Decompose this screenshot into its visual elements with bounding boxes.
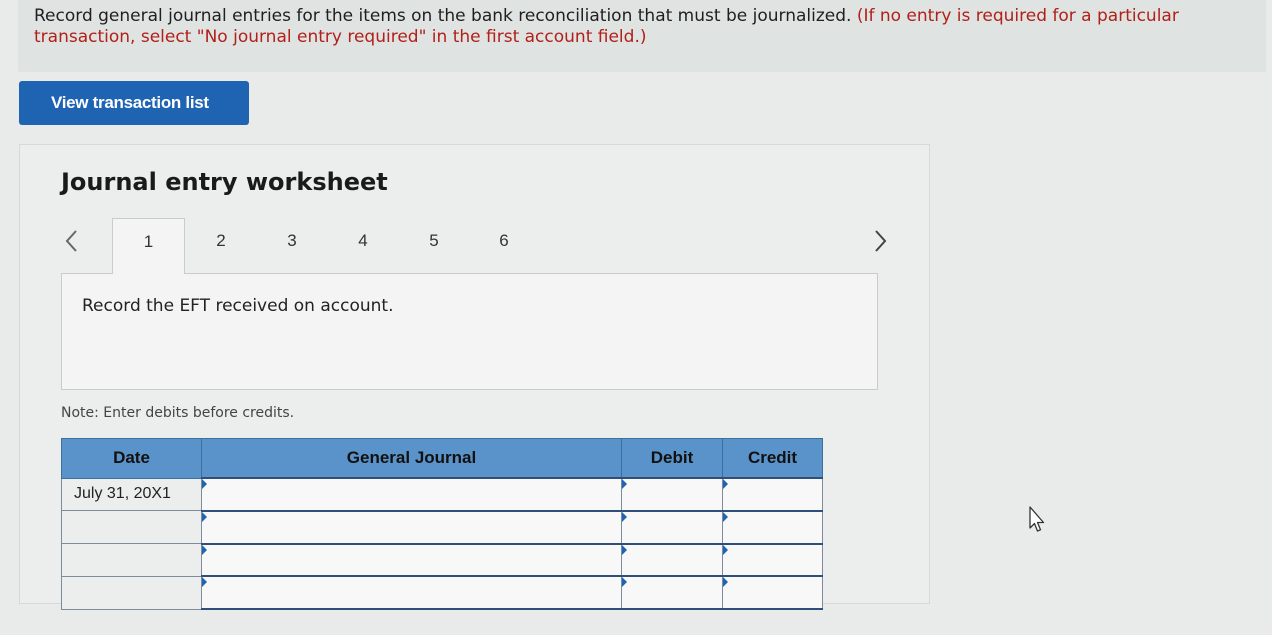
debit-cell[interactable] [621, 477, 723, 512]
credit-cell[interactable] [722, 509, 823, 545]
marker-icon [202, 577, 207, 588]
marker-icon [202, 511, 207, 522]
table-header-row: Date General Journal Debit Credit [61, 438, 823, 479]
date-cell [61, 510, 202, 544]
view-transaction-list-button[interactable]: View transaction list [19, 81, 249, 125]
account-input[interactable] [202, 479, 621, 510]
marker-icon [622, 577, 627, 588]
debit-cell[interactable] [621, 542, 723, 578]
date-column-header: Date [61, 438, 202, 479]
marker-icon [622, 479, 627, 489]
debit-cell[interactable] [621, 575, 723, 610]
date-cell: July 31, 20X1 [61, 477, 202, 512]
marker-icon [622, 511, 627, 522]
credit-cell[interactable] [722, 477, 823, 512]
tab-3[interactable]: 3 [257, 218, 327, 274]
debit-credit-note: Note: Enter debits before credits. [61, 405, 295, 421]
account-cell[interactable] [201, 542, 622, 578]
debit-input[interactable] [622, 544, 722, 576]
task-panel: Record the EFT received on account. [61, 273, 878, 390]
table-row [61, 575, 823, 610]
credit-input[interactable] [723, 479, 822, 510]
instructions-text: Record general journal entries for the i… [34, 6, 852, 26]
marker-icon [202, 479, 207, 489]
debit-column-header: Debit [621, 438, 723, 479]
instructions-banner: Record general journal entries for the i… [18, 0, 1266, 72]
date-cell [61, 575, 202, 610]
account-cell[interactable] [201, 575, 622, 610]
marker-icon [723, 544, 728, 555]
chevron-left-icon[interactable] [57, 224, 87, 258]
marker-icon [622, 544, 627, 555]
account-cell[interactable] [201, 509, 622, 545]
credit-column-header: Credit [722, 438, 823, 479]
marker-icon [202, 544, 207, 555]
table-row [61, 509, 823, 545]
marker-icon [723, 511, 728, 522]
credit-input[interactable] [723, 544, 822, 576]
task-description: Record the EFT received on account. [82, 296, 394, 316]
table-row: July 31, 20X1 [61, 477, 823, 512]
account-input[interactable] [202, 544, 621, 576]
date-cell [61, 543, 202, 577]
credit-cell[interactable] [722, 575, 823, 610]
tab-4[interactable]: 4 [328, 218, 398, 274]
chevron-right-icon[interactable] [865, 224, 895, 258]
general-journal-table: Date General Journal Debit Credit July 3… [61, 438, 823, 610]
account-input[interactable] [202, 511, 621, 543]
credit-input[interactable] [723, 577, 822, 608]
marker-icon [723, 577, 728, 588]
tab-5[interactable]: 5 [399, 218, 469, 274]
debit-input[interactable] [622, 479, 722, 510]
table-row [61, 542, 823, 578]
tab-1[interactable]: 1 [112, 218, 185, 274]
debit-input[interactable] [622, 511, 722, 543]
general-journal-column-header: General Journal [201, 438, 622, 479]
worksheet-title: Journal entry worksheet [61, 168, 388, 196]
account-input[interactable] [202, 577, 621, 608]
tab-2[interactable]: 2 [186, 218, 256, 274]
account-cell[interactable] [201, 477, 622, 512]
credit-input[interactable] [723, 511, 822, 543]
credit-cell[interactable] [722, 542, 823, 578]
marker-icon [723, 479, 728, 489]
mouse-pointer-icon [1029, 506, 1045, 532]
tab-6[interactable]: 6 [469, 218, 539, 274]
debit-cell[interactable] [621, 509, 723, 545]
debit-input[interactable] [622, 577, 722, 608]
